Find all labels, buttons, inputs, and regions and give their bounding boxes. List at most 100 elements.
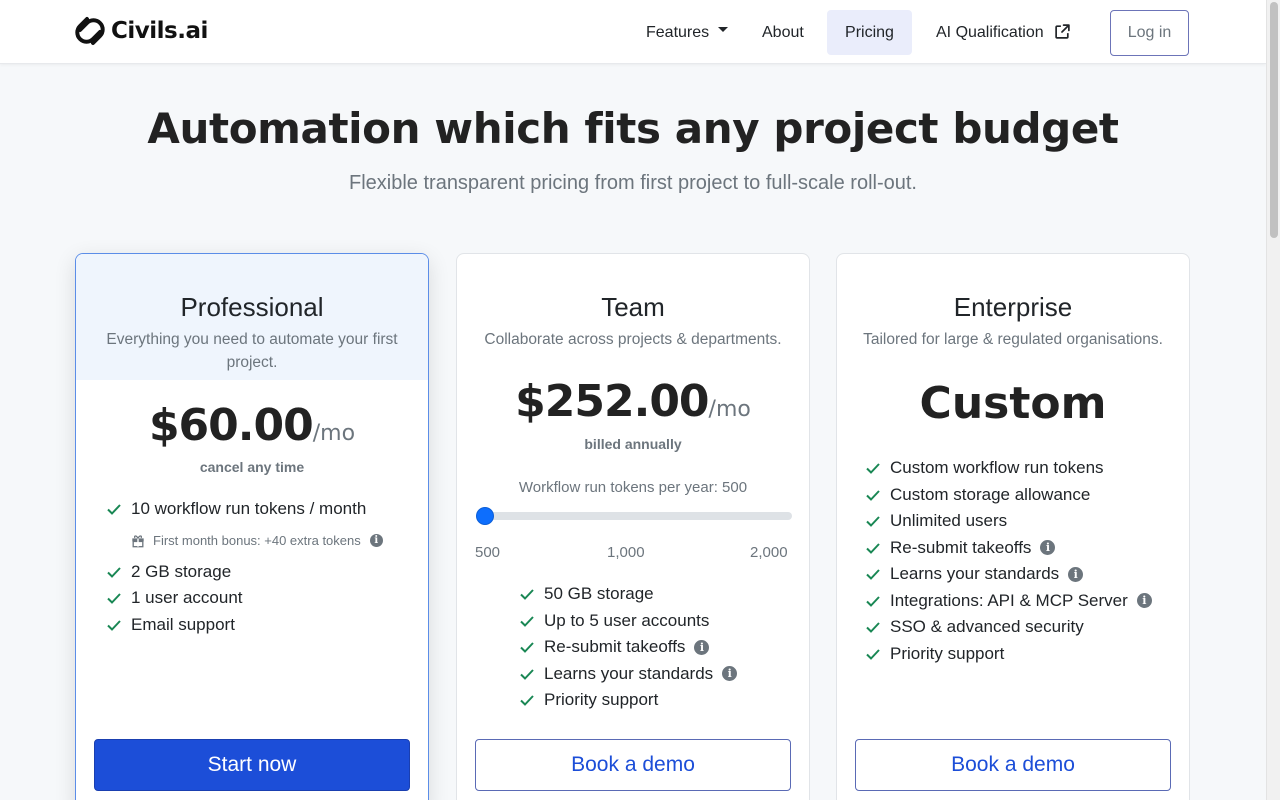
feature-text: SSO & advanced security [890,617,1084,637]
feature-item: Re-submit takeoffs i [519,634,737,661]
feature-item: 2 GB storage [106,559,383,586]
info-icon[interactable]: i [369,534,383,547]
feature-item: Priority support [865,641,1152,668]
plan-name: Team [601,292,665,322]
external-link-icon [1054,24,1070,39]
nav-features-label: Features [646,23,710,41]
slider-label: Workflow run tokens per year: 500 [518,479,748,496]
feature-item: Custom storage allowance [865,482,1152,509]
check-icon [107,504,121,516]
feature-item: Learns your standards i [519,661,738,688]
pricing-card-enterprise: Enterprise Tailored for large & regulate… [836,253,1190,800]
book-demo-button-team[interactable]: Book a demo [475,739,791,791]
plan-price: $252.00/mo [457,376,809,427]
check-icon [866,463,880,475]
check-icon [866,622,880,634]
price-amount: $60.00 [148,400,314,451]
info-icon[interactable]: i [1040,540,1056,556]
login-button[interactable]: Log in [1110,10,1189,56]
check-icon [520,589,534,601]
feature-item: Re-submit takeoffs i [865,535,1152,562]
feature-item: Email support [106,612,383,639]
feature-item: Integrations: API & MCP Server i [865,588,1152,615]
check-icon [520,616,534,627]
tokens-slider-track[interactable] [476,512,792,520]
card-header: Team Collaborate across projects & depar… [457,254,809,380]
card-header: Enterprise Tailored for large & regulate… [837,254,1189,380]
info-icon[interactable]: i [722,666,738,682]
nav-about-label: About [762,23,804,41]
feature-item: Priority support [519,687,737,714]
feature-text: Learns your standards [890,564,1060,584]
feature-item: 50 GB storage [519,581,737,608]
plan-description: Collaborate across projects & department… [484,331,782,348]
check-icon [520,669,534,680]
nav-pricing-link[interactable]: Pricing [827,10,912,55]
feature-text: Re-submit takeoffs [544,637,686,657]
feature-text: Custom storage allowance [890,484,1091,504]
start-now-button[interactable]: Start now [94,739,410,791]
check-icon [866,649,880,660]
check-icon [520,642,534,654]
top-navbar: Civils.ai Features About Pricing AI Qual… [0,0,1266,64]
check-icon [107,593,121,605]
tokens-slider-thumb[interactable] [476,507,494,525]
feature-text: 50 GB storage [544,584,654,604]
feature-text: 1 user account [131,588,243,608]
nav-ai-qualification-label: AI Qualification [936,23,1044,41]
feature-text: Re-submit takeoffs [890,537,1032,557]
pricing-card-professional: Professional Everything you need to auto… [75,253,429,800]
nav-about-link[interactable]: About [744,10,822,55]
bonus-text: First month bonus: +40 extra tokens [153,533,361,548]
page-scrollbar[interactable] [1266,0,1280,800]
feature-text: 2 GB storage [131,561,232,581]
brand-name: Civils.ai [111,18,208,44]
plan-price: $60.00/mo [76,400,428,451]
plan-name: Professional [180,292,324,322]
price-amount: $252.00 [515,376,709,427]
book-demo-button-enterprise[interactable]: Book a demo [855,739,1171,791]
card-header: Professional Everything you need to auto… [76,254,428,380]
slider-tick-label: 1,000 [607,544,645,561]
slider-tick-label: 2,000 [750,544,788,561]
page-subtitle: Flexible transparent pricing from first … [349,172,917,194]
info-icon[interactable]: i [694,639,710,655]
caret-down-icon [718,26,729,32]
scrollbar-thumb[interactable] [1270,2,1278,238]
price-note: billed annually [584,436,682,452]
feature-text: Learns your standards [544,663,714,683]
pricing-card-team: Team Collaborate across projects & depar… [456,253,810,800]
check-icon [107,620,121,631]
plan-description: Tailored for large & regulated organisat… [863,331,1163,348]
price-period: /mo [708,397,751,422]
nav-features-dropdown[interactable]: Features [628,10,746,55]
feature-text: Priority support [890,643,1005,663]
check-icon [866,516,880,528]
plan-description: Everything you need to automate your fir… [106,331,398,371]
price-period: /mo [312,421,356,446]
feature-text: Integrations: API & MCP Server [890,590,1128,610]
check-icon [107,567,121,578]
plan-price: Custom [919,378,1107,429]
info-icon[interactable]: i [1136,593,1152,609]
feature-text: Unlimited users [890,511,1008,531]
feature-item: Custom workflow run tokens [865,455,1152,482]
check-icon [866,490,880,501]
info-icon[interactable]: i [1068,566,1084,582]
feature-text: Up to 5 user accounts [544,610,710,630]
plan-name: Enterprise [953,292,1073,322]
feature-list: Custom workflow run tokens Custom storag… [865,455,1152,667]
bonus-note: First month bonus: +40 extra tokens i [106,523,383,559]
feature-text: Custom workflow run tokens [890,458,1104,478]
gift-icon [132,534,144,547]
feature-text: Email support [131,614,235,634]
logo-icon [75,17,105,45]
feature-text: 10 workflow run tokens / month [131,499,367,519]
page-title: Automation which fits any project budget [147,104,1119,153]
feature-item: Learns your standards i [865,561,1152,588]
feature-item: 10 workflow run tokens / month [106,496,383,523]
nav-ai-qualification-link[interactable]: AI Qualification [918,10,1089,55]
check-icon [866,543,880,554]
brand-logo[interactable]: Civils.ai [75,15,208,47]
check-icon [520,695,534,707]
